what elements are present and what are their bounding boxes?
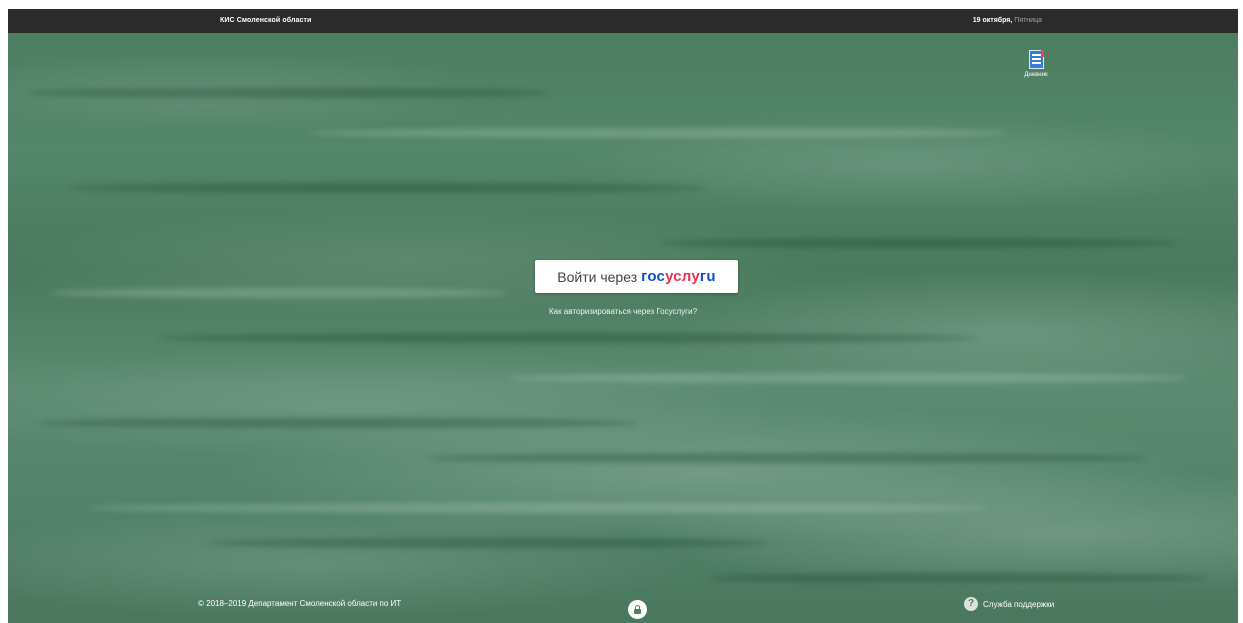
- lock-icon-body: [634, 609, 641, 614]
- chalk-streak: [308, 128, 1008, 138]
- support-label: Служба поддержки: [983, 599, 1055, 609]
- chalkboard-background: Дневник Войти через госуслугu Как автори…: [8, 33, 1238, 623]
- app-diary-label: Дневник: [1024, 72, 1048, 78]
- support-link[interactable]: ? Служба поддержки: [964, 597, 1054, 611]
- chalk-streak: [28, 88, 548, 98]
- gosuslugi-help-link-row: Как авторизироваться через Госуслуги?: [8, 307, 1238, 316]
- question-icon: ?: [964, 597, 978, 611]
- browser-viewport: КИС Смоленской области 19 октября, Пятни…: [8, 9, 1238, 623]
- chalk-streak: [158, 333, 978, 343]
- gosuslugi-login-button[interactable]: Войти через госуслугu: [535, 260, 738, 293]
- chalk-streak: [708, 573, 1208, 583]
- date-text: 19 октября,: [972, 17, 1013, 24]
- top-bar: КИС Смоленской области 19 октября, Пятни…: [8, 9, 1238, 33]
- site-title: КИС Смоленской области: [220, 17, 312, 24]
- chalk-streak: [428, 453, 1148, 463]
- app-diary-shortcut[interactable]: Дневник: [1020, 50, 1052, 78]
- chalk-streak: [38, 418, 638, 428]
- chalk-streak: [48, 288, 508, 298]
- diary-icon: [1028, 50, 1044, 69]
- lock-button[interactable]: [628, 600, 647, 619]
- chalk-streak: [208, 538, 768, 548]
- current-date: 19 октября, Пятница: [973, 17, 1042, 24]
- chalk-streak: [68, 183, 708, 193]
- footer-copyright: © 2018–2019 Департамент Смоленской облас…: [198, 599, 402, 608]
- gosuslugi-logo: госуслугu: [641, 268, 716, 285]
- login-prefix: Войти через: [557, 268, 638, 285]
- chalk-streak: [658, 238, 1178, 248]
- gosuslugi-help-link[interactable]: Как авторизироваться через Госуслуги?: [549, 307, 697, 316]
- weekday-text: Пятница: [1014, 17, 1042, 24]
- chalk-streak: [508, 373, 1188, 383]
- chalk-streak: [88, 503, 988, 513]
